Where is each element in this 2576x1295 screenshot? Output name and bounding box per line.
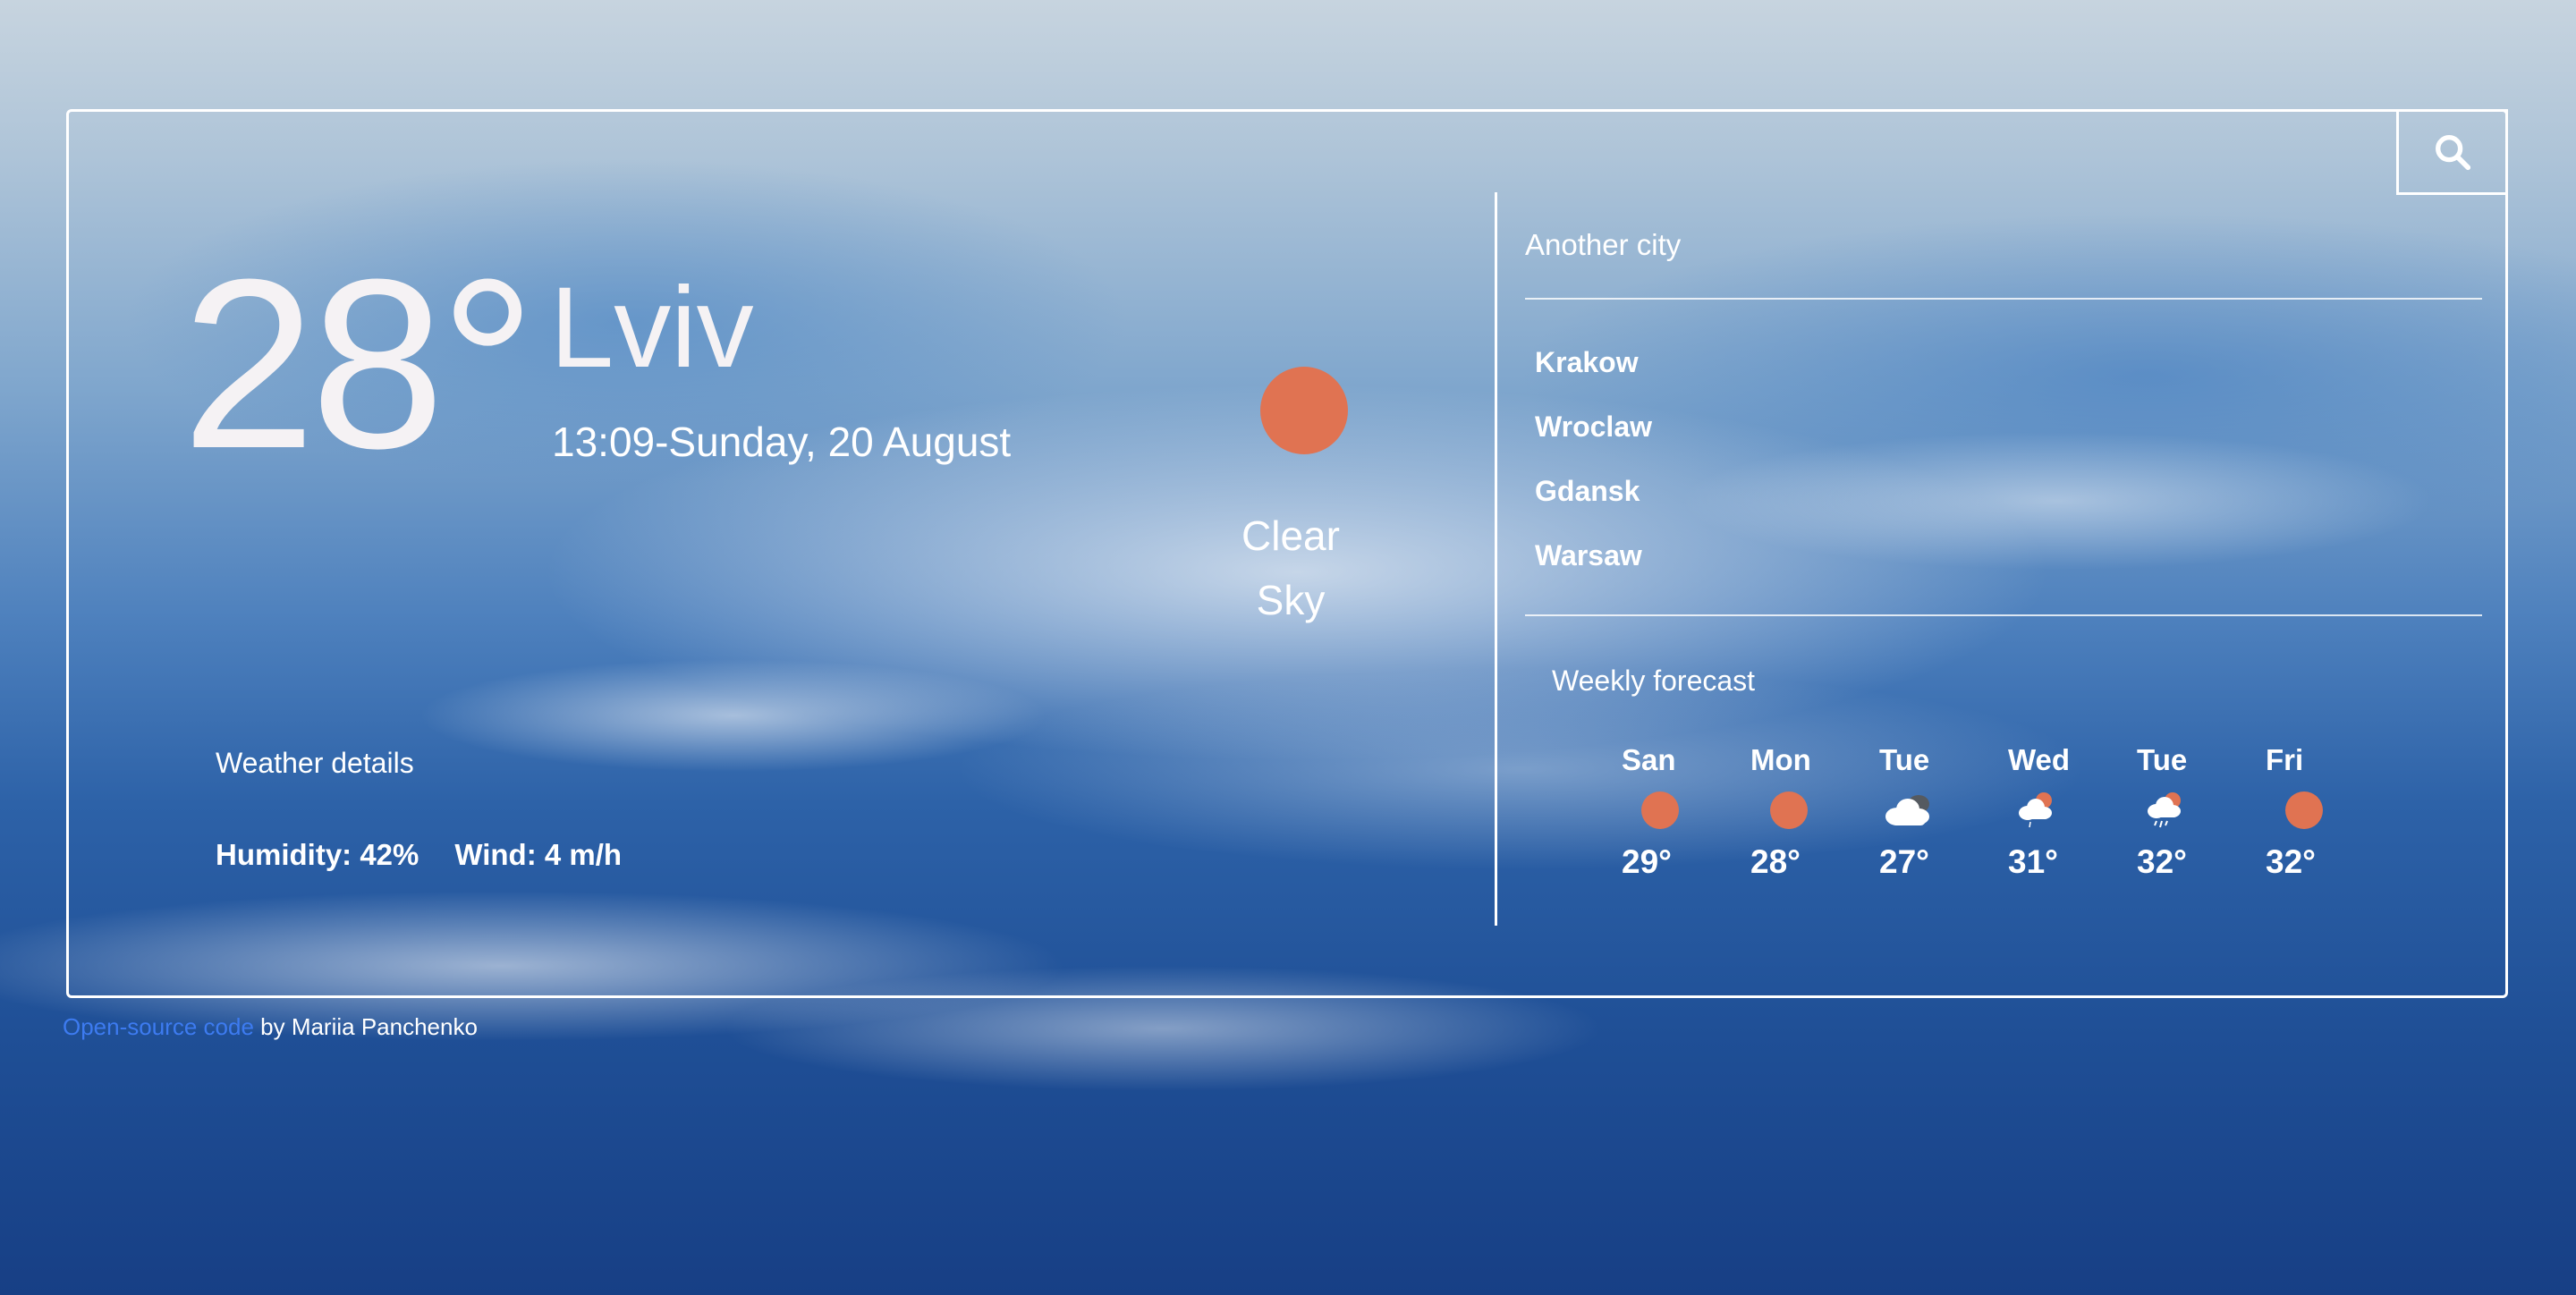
forecast-day: San 29° (1613, 743, 1741, 881)
forecast-day-temp: 28° (1750, 843, 1801, 880)
condition-line-2: Sky (1256, 577, 1326, 623)
forecast-day-name: San (1622, 743, 1676, 776)
forecast-day: Fri 32° (2257, 743, 2385, 881)
humidity-value: Humidity: 42% (216, 838, 419, 871)
forecast-day-name: Tue (2137, 743, 2188, 776)
weekly-forecast-title: Weekly forecast (1552, 664, 1756, 697)
forecast-day-name: Wed (2008, 743, 2071, 776)
forecast-day: Tue 27° (1870, 743, 1999, 881)
search-button[interactable] (2396, 109, 2508, 195)
current-datetime: 13:09-Sunday, 20 August (552, 419, 1012, 465)
cloud-icon (1885, 795, 1929, 825)
condition-line-1: Clear (1241, 512, 1340, 559)
sun-icon (1260, 367, 1348, 454)
forecast-day-temp: 27° (1879, 843, 1929, 880)
condition-text: Clear Sky (1201, 504, 1380, 632)
current-temperature: 28° (182, 230, 536, 499)
divider-top (1525, 298, 2482, 300)
search-icon (2435, 135, 2470, 171)
forecast-day-temp: 29° (1622, 843, 1672, 880)
divider-bottom (1525, 614, 2482, 616)
forecast-day: Mon 28° (1741, 743, 1870, 881)
weekly-forecast: San 29° Mon 28° Tue 27° Wed 31° Tue 32° … (1613, 743, 2385, 881)
forecast-day-temp: 31° (2008, 843, 2058, 880)
forecast-day: Wed 31° (1999, 743, 2128, 881)
rain-icon (2148, 792, 2181, 828)
sun-cloud-icon (2019, 792, 2052, 828)
city-item-wroclaw[interactable]: Wroclaw (1535, 407, 1652, 471)
forecast-day-temp: 32° (2137, 843, 2187, 880)
city-list: Krakow Wroclaw Gdansk Warsaw (1535, 343, 1652, 600)
vertical-divider (1495, 192, 1497, 926)
weather-details-title: Weather details (216, 747, 414, 779)
forecast-day-name: Mon (1750, 743, 1811, 776)
sun-icon (1770, 791, 1808, 829)
current-city: Lviv (550, 264, 754, 392)
footer: Open-source code by Mariia Panchenko (63, 1013, 478, 1041)
city-item-krakow[interactable]: Krakow (1535, 343, 1652, 407)
forecast-day: Tue 32° (2128, 743, 2257, 881)
forecast-day-temp: 32° (2266, 843, 2316, 880)
wind-value: Wind: 4 m/h (454, 838, 623, 871)
weather-card: 28° Lviv 13:09-Sunday, 20 August Clear S… (66, 109, 2508, 998)
footer-author: by Mariia Panchenko (253, 1013, 478, 1040)
sun-icon (1641, 791, 1679, 829)
sun-icon (2285, 791, 2323, 829)
open-source-link[interactable]: Open-source code (63, 1013, 254, 1040)
city-item-warsaw[interactable]: Warsaw (1535, 536, 1652, 600)
weather-details-row: Humidity: 42% Wind: 4 m/h (216, 838, 622, 872)
city-item-gdansk[interactable]: Gdansk (1535, 471, 1652, 536)
forecast-day-name: Fri (2266, 743, 2304, 776)
city-search-input[interactable] (1523, 217, 2484, 273)
forecast-day-name: Tue (1879, 743, 1930, 776)
